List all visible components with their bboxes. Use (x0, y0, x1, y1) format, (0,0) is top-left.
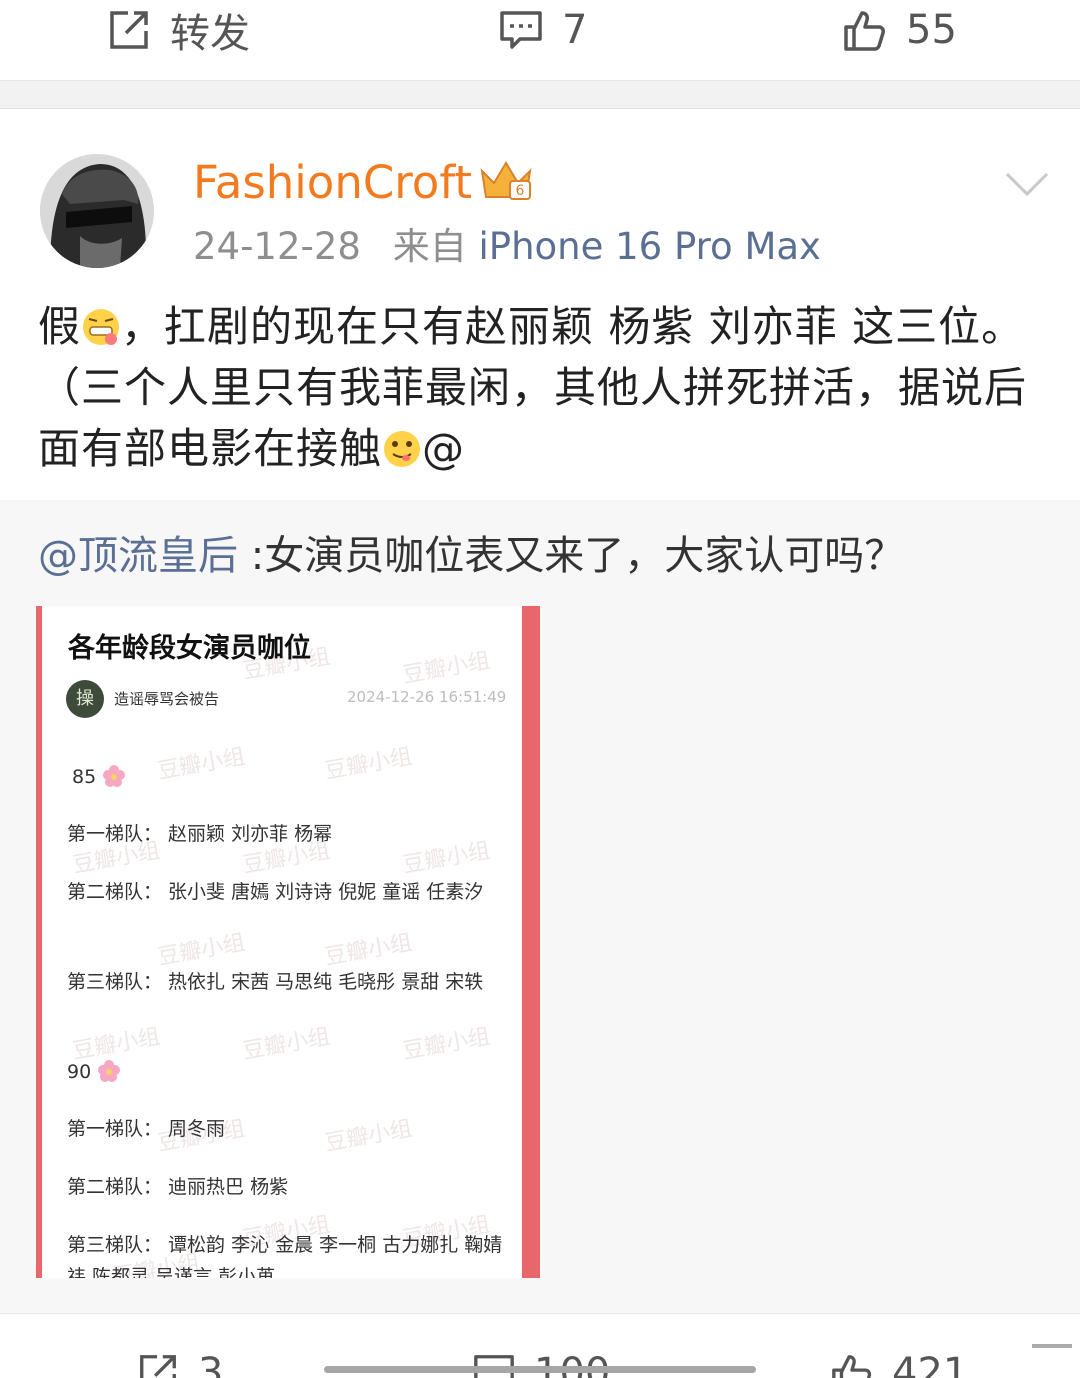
source-prefix: 来自 (392, 225, 467, 268)
image-author-avatar: 操 (66, 680, 104, 718)
watermark: 豆瓣小组 (155, 930, 247, 971)
watermark: 豆瓣小组 (400, 1024, 492, 1065)
flower-emoji-icon (98, 1060, 121, 1082)
section-head-90: 90 (67, 1059, 121, 1083)
comment-count: 7 (562, 7, 588, 53)
svg-text:6: 6 (516, 183, 525, 199)
image-title: 各年龄段女演员咖位 (68, 633, 311, 664)
post-text-3[interactable]: @ (422, 424, 465, 473)
repost-content: :女演员咖位表又来了，大家认可吗？ (238, 533, 905, 579)
like-button[interactable]: 421 (830, 1350, 968, 1378)
repost-count: 3 (198, 1350, 224, 1378)
post-date: 24-12-28 (193, 225, 361, 268)
horizontal-scrollbar[interactable] (324, 1366, 756, 1373)
image-author: 造谣辱骂会被告 (114, 690, 220, 708)
comment-icon (500, 11, 542, 49)
tier-line: 第一梯队： 赵丽颖 刘亦菲 杨幂 (67, 823, 333, 845)
grimace-emoji-icon (83, 309, 120, 345)
watermark: 豆瓣小组 (240, 1024, 332, 1065)
section-head-label: 90 (67, 1061, 92, 1083)
repost-text: @顶流皇后 :女演员咖位表又来了，大家认可吗？ (38, 528, 904, 584)
post-body: 假，扛剧的现在只有赵丽颖 杨紫 刘亦菲 这三位。（三个人里只有我菲最闲，其他人拼… (38, 296, 1048, 479)
comment-button[interactable]: 7 (498, 0, 587, 60)
section-head-label: 85 (72, 766, 97, 788)
repost-button[interactable]: 3 (136, 1350, 223, 1378)
repost-label: 转发 (170, 11, 250, 57)
image-datetime: 2024-12-26 16:51:49 (347, 688, 507, 706)
scroll-indicator (1032, 1344, 1072, 1348)
tier-line: 第三梯队： 热依扎 宋茜 马思纯 毛晓彤 景甜 宋轶 (67, 971, 484, 993)
like-icon (844, 11, 885, 51)
tier-line: 第一梯队： 周冬雨 (67, 1118, 226, 1140)
like-count: 421 (892, 1350, 969, 1378)
repost-button[interactable]: 转发 (106, 0, 250, 60)
yum-emoji-icon (384, 431, 421, 467)
repost-mention[interactable]: @顶流皇后 (38, 533, 238, 579)
repost-icon (140, 1355, 176, 1378)
repost-image[interactable]: 豆瓣小组 豆瓣小组 豆瓣小组 豆瓣小组 豆瓣小组 豆瓣小组 豆瓣小组 豆瓣小组 … (36, 606, 540, 1278)
like-count: 55 (906, 7, 957, 53)
post-text-2: ，扛剧的现在只有赵丽颖 杨紫 刘亦菲 这三位。（三个人里只有我菲最闲，其他人拼死… (38, 302, 1028, 473)
section-head-85: 85 (72, 764, 126, 788)
tier-line: 第二梯队： 迪丽热巴 杨紫 (67, 1176, 289, 1198)
watermark: 豆瓣小组 (400, 648, 492, 689)
username[interactable]: FashionCroft (193, 153, 472, 213)
watermark: 豆瓣小组 (322, 744, 414, 785)
watermark: 豆瓣小组 (155, 744, 247, 785)
chevron-down-icon[interactable] (1004, 170, 1050, 198)
watermark: 豆瓣小组 (322, 930, 414, 971)
avatar[interactable] (40, 154, 154, 268)
source-device[interactable]: iPhone 16 Pro Max (478, 225, 820, 268)
vip-crown-icon: 6 (480, 161, 532, 200)
tier-line: 第二梯队： 张小斐 唐嫣 刘诗诗 倪妮 童谣 任素汐 (67, 881, 484, 903)
comment-count: 100 (534, 1350, 611, 1378)
post-meta: 24-12-28 来自 iPhone 16 Pro Max (193, 222, 821, 272)
comment-icon (474, 1355, 514, 1378)
like-button[interactable]: 55 (842, 0, 957, 60)
repost-icon (110, 11, 148, 49)
flower-emoji-icon (103, 765, 126, 787)
tier-line: 第三梯队： 谭松韵 李沁 金晨 李一桐 古力娜扎 鞠婧祎 陈都灵 吴谨言 彭小苒 (67, 1234, 503, 1278)
top-action-bar: 转发 7 55 (0, 0, 1080, 81)
comment-button[interactable]: 100 (472, 1350, 610, 1378)
post-text-1: 假 (38, 302, 82, 351)
like-icon (832, 1355, 872, 1378)
